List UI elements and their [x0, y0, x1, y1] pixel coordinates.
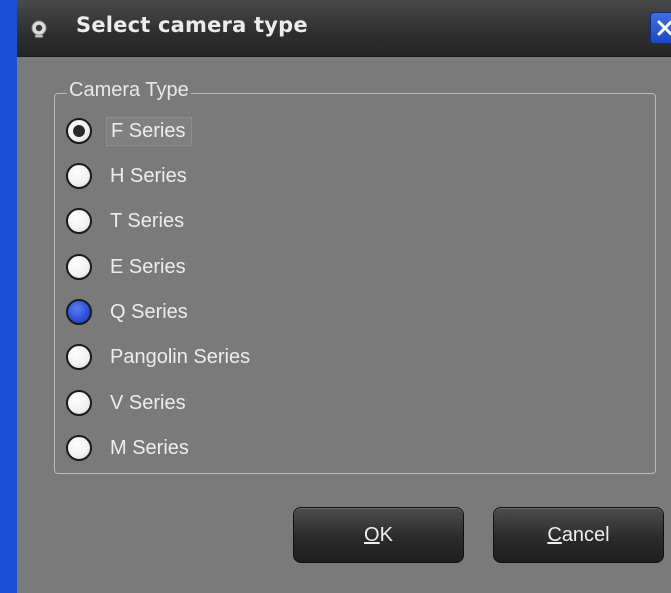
- radio-label: E Series: [110, 255, 186, 278]
- radio-button[interactable]: [66, 344, 92, 370]
- radio-option-pangolin-series[interactable]: Pangolin Series: [66, 340, 256, 374]
- radio-option-v-series[interactable]: V Series: [66, 386, 192, 420]
- radio-option-t-series[interactable]: T Series: [66, 204, 190, 238]
- radio-label: Q Series: [110, 300, 188, 323]
- close-button[interactable]: [650, 12, 671, 44]
- group-legend: Camera Type: [67, 78, 191, 102]
- radio-label: T Series: [110, 209, 185, 232]
- ok-label-rest: K: [379, 523, 393, 546]
- dialog-title: Select camera type: [76, 13, 308, 37]
- radio-label: M Series: [110, 436, 189, 459]
- radio-option-q-series[interactable]: Q Series: [66, 295, 194, 329]
- radio-button[interactable]: [66, 435, 92, 461]
- radio-label: F Series: [106, 116, 193, 146]
- radio-button[interactable]: [66, 299, 92, 325]
- dialog-window: Select camera type Camera Type F Series …: [17, 0, 671, 593]
- cancel-label-rest: ancel: [561, 523, 610, 546]
- radio-option-e-series[interactable]: E Series: [66, 250, 192, 284]
- radio-button[interactable]: [66, 118, 92, 144]
- ok-button[interactable]: OK: [293, 507, 464, 563]
- radio-button[interactable]: [66, 390, 92, 416]
- radio-option-f-series[interactable]: F Series: [66, 114, 193, 148]
- radio-label: V Series: [110, 391, 186, 414]
- radio-button[interactable]: [66, 254, 92, 280]
- ok-mnemonic: O: [364, 523, 380, 546]
- radio-option-h-series[interactable]: H Series: [66, 159, 193, 193]
- webcam-icon: [31, 20, 47, 38]
- close-icon: [657, 20, 671, 36]
- cancel-mnemonic: C: [547, 523, 562, 546]
- radio-button[interactable]: [66, 208, 92, 234]
- title-bar[interactable]: Select camera type: [17, 0, 671, 57]
- radio-button[interactable]: [66, 163, 92, 189]
- radio-label: Pangolin Series: [110, 345, 251, 368]
- cancel-button[interactable]: Cancel: [493, 507, 664, 563]
- radio-option-m-series[interactable]: M Series: [66, 431, 195, 465]
- radio-label: H Series: [110, 164, 187, 187]
